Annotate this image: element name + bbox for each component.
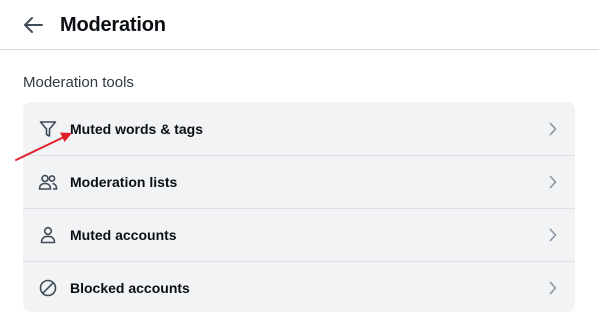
item-label: Moderation lists <box>70 174 178 190</box>
item-label: Muted words & tags <box>70 120 204 137</box>
page-title: Moderation <box>60 14 166 36</box>
chevron-right-icon <box>547 228 559 242</box>
back-button[interactable] <box>20 12 46 38</box>
moderation-tools-list: Muted words & tags Moderation lists Mute… <box>23 102 575 312</box>
muted-accounts-item[interactable]: Muted accounts <box>23 208 575 261</box>
moderation-lists-item[interactable]: Moderation lists <box>23 155 575 208</box>
chevron-right-icon <box>547 122 559 136</box>
chevron-right-icon <box>547 281 559 295</box>
blocked-accounts-item[interactable]: Blocked accounts <box>23 261 575 312</box>
person-icon <box>38 225 58 245</box>
filter-icon <box>38 119 58 139</box>
section-title: Moderation tools <box>23 74 134 91</box>
chevron-right-icon <box>547 175 559 189</box>
item-label: Muted accounts <box>70 227 177 243</box>
muted-words-tags-item[interactable]: Muted words & tags <box>23 102 575 155</box>
header-bar: Moderation <box>0 0 599 50</box>
item-label: Blocked accounts <box>70 280 190 296</box>
arrow-left-icon <box>24 17 43 33</box>
users-icon <box>38 172 58 192</box>
blocked-icon <box>38 278 58 298</box>
